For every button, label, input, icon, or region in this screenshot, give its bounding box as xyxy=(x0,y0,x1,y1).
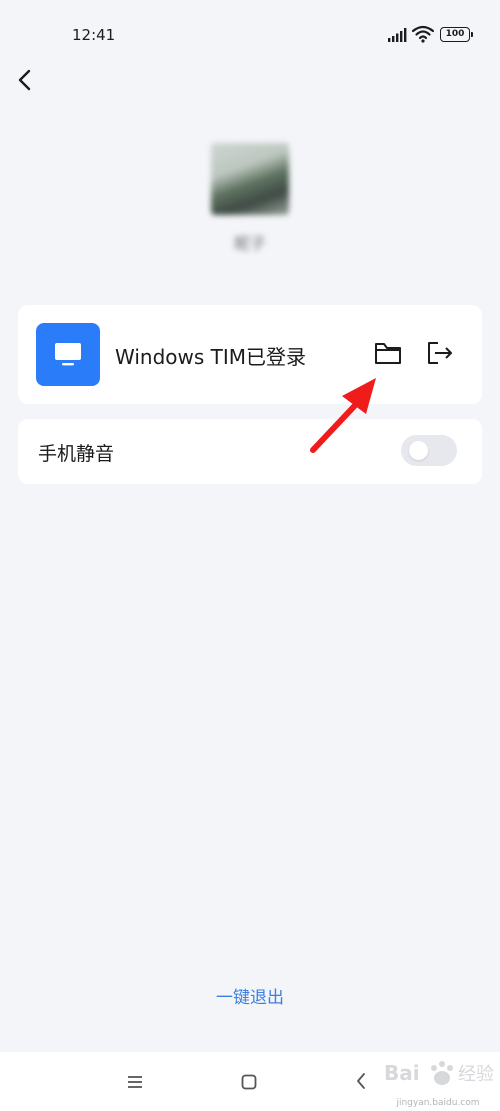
device-status-label: Windows TIM已登录 xyxy=(115,345,307,369)
monitor-icon xyxy=(36,323,100,386)
signal-icon xyxy=(388,28,407,42)
annotation-arrow-icon xyxy=(310,378,376,453)
folder-icon[interactable] xyxy=(373,339,403,367)
logout-icon[interactable] xyxy=(425,339,455,367)
svg-text:经验: 经验 xyxy=(458,1064,494,1085)
nickname: 昵子 xyxy=(233,234,266,253)
mute-toggle[interactable] xyxy=(401,435,457,466)
wifi-icon xyxy=(412,25,434,43)
avatar xyxy=(211,143,289,215)
svg-text:Bai: Bai xyxy=(384,1061,420,1085)
battery-level: 100 xyxy=(445,29,465,39)
back-button[interactable] xyxy=(14,66,38,94)
watermark-text: jingyan.baidu.com xyxy=(396,1098,480,1108)
nav-back-icon[interactable] xyxy=(355,1072,367,1090)
status-bar: 12:41 100 xyxy=(0,0,500,70)
mute-card: 手机静音 xyxy=(18,419,482,484)
mute-label: 手机静音 xyxy=(38,443,115,465)
menu-icon[interactable] xyxy=(126,1074,144,1090)
toggle-knob xyxy=(409,441,428,460)
battery-icon: 100 xyxy=(440,27,473,42)
status-time: 12:41 xyxy=(72,26,116,44)
home-icon[interactable] xyxy=(241,1074,257,1090)
logout-all-link[interactable]: 一键退出 xyxy=(150,983,350,1008)
device-card: Windows TIM已登录 xyxy=(18,305,482,404)
